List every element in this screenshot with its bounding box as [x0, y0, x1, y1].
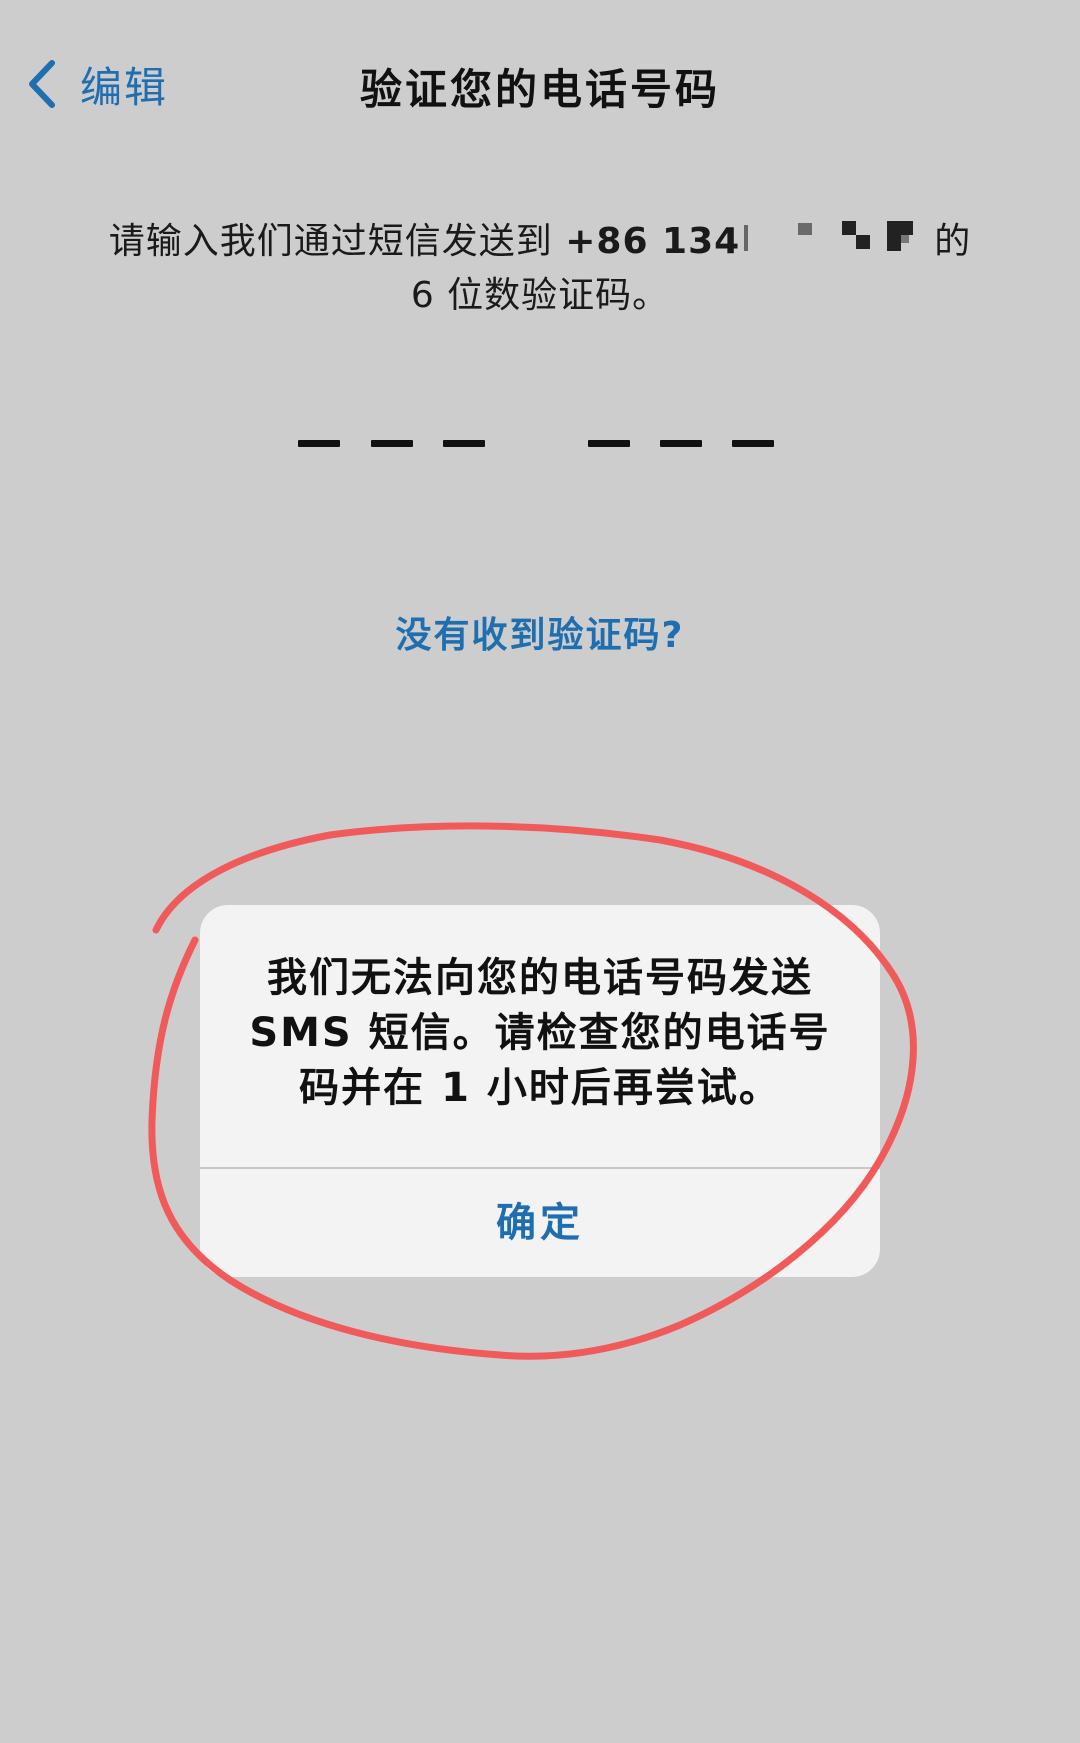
- code-digit-slot[interactable]: [298, 440, 340, 447]
- phone-number-redaction: [742, 221, 932, 261]
- code-digit-slot[interactable]: [371, 440, 413, 447]
- code-digit-slot[interactable]: [588, 440, 630, 447]
- instruction-text: 请输入我们通过短信发送到 +86 134 的 6 位数验证码。: [60, 215, 1020, 323]
- verification-code-input[interactable]: [0, 440, 1080, 460]
- resend-code-link[interactable]: 没有收到验证码?: [0, 606, 1080, 658]
- confirm-button[interactable]: 确定: [200, 1169, 880, 1277]
- instruction-suffix: 的: [934, 221, 972, 262]
- code-digit-slot[interactable]: [660, 440, 702, 447]
- code-digit-slot[interactable]: [732, 440, 774, 447]
- phone-number-visible: +86 134: [565, 221, 741, 262]
- instruction-prefix: 请输入我们通过短信发送到: [108, 221, 566, 262]
- page-title: 验证您的电话号码: [359, 65, 720, 114]
- instruction-line2: 6 位数验证码。: [410, 275, 670, 316]
- code-digit-slot[interactable]: [443, 440, 485, 447]
- alert-message: 我们无法向您的电话号码发送 SMS 短信。请检查您的电话号码并在 1 小时后再尝…: [249, 955, 831, 1111]
- error-alert-dialog: 我们无法向您的电话号码发送 SMS 短信。请检查您的电话号码并在 1 小时后再尝…: [200, 905, 880, 1277]
